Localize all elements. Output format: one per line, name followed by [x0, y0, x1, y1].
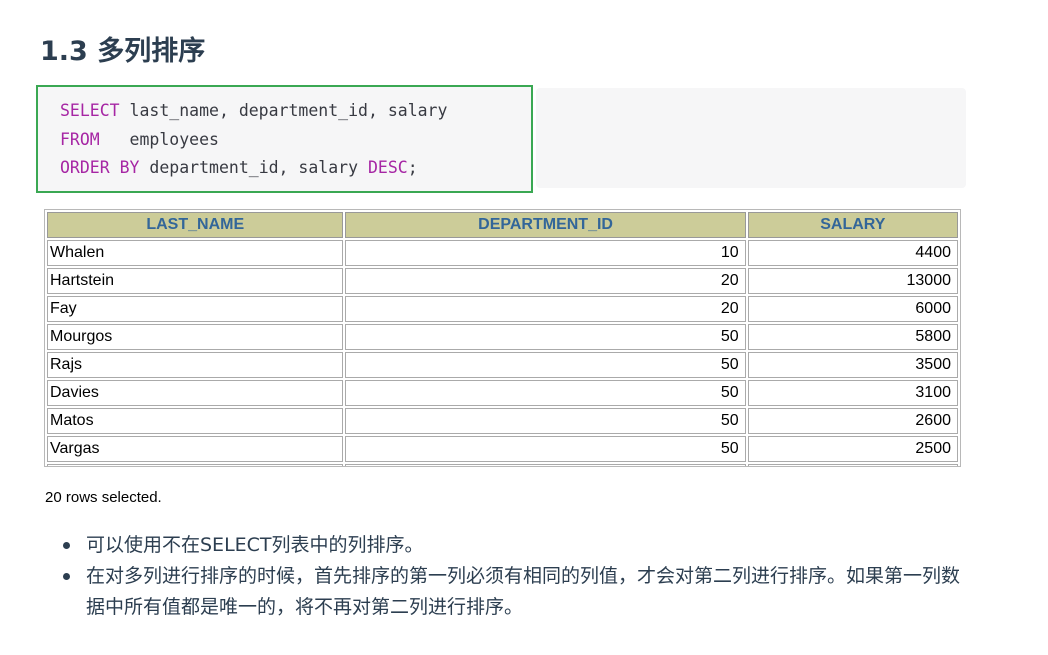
keyword-desc: DESC — [367, 158, 408, 177]
cell-salary: 2500 — [747, 436, 958, 462]
cell-salary: 5800 — [747, 324, 958, 350]
list-item: 在对多列进行排序的时候，首先排序的第一列必须有相同的列值，才会对第二列进行排序。… — [60, 561, 970, 623]
cell-department-id — [345, 464, 746, 466]
cell-last-name: Fay — [47, 296, 344, 322]
cell-salary: 3500 — [747, 352, 958, 378]
sql-code: SELECT last_name, department_id, salary … — [60, 97, 447, 183]
code-text: last_name, department_id, salary — [119, 101, 448, 120]
cell-department-id: 50 — [345, 436, 746, 462]
keyword-from: FROM — [60, 129, 100, 149]
table-row: Mourgos 50 5800 — [47, 324, 958, 350]
code-text: employees — [99, 129, 219, 149]
table-row: Matos 50 2600 — [47, 408, 958, 434]
cell-salary: 4400 — [747, 240, 958, 266]
code-text: department_id, salary — [139, 158, 368, 177]
cell-salary: 2600 — [747, 408, 958, 434]
cell-last-name — [47, 464, 344, 466]
column-header-salary: SALARY — [747, 212, 958, 238]
cell-department-id: 50 — [345, 324, 746, 350]
cell-salary: 6000 — [747, 296, 958, 322]
cell-last-name: Whalen — [47, 240, 344, 266]
cell-department-id: 20 — [345, 268, 746, 294]
bullet-dot-icon — [63, 542, 70, 549]
table-row: Whalen 10 4400 — [47, 240, 958, 266]
result-table: LAST_NAME DEPARTMENT_ID SALARY Whalen 10… — [45, 210, 960, 466]
notes-list: 可以使用不在SELECT列表中的列排序。 在对多列进行排序的时候，首先排序的第一… — [60, 530, 970, 623]
table-row: Fay 20 6000 — [47, 296, 958, 322]
column-header-department-id: DEPARTMENT_ID — [345, 212, 746, 238]
cell-department-id: 50 — [345, 352, 746, 378]
bullet-dot-icon — [63, 573, 70, 580]
table-row: Rajs 50 3500 — [47, 352, 958, 378]
sql-code-block: SELECT last_name, department_id, salary … — [36, 85, 533, 193]
cell-salary: 3100 — [747, 380, 958, 406]
cell-last-name: Rajs — [47, 352, 344, 378]
cell-last-name: Mourgos — [47, 324, 344, 350]
table-row: Hartstein 20 13000 — [47, 268, 958, 294]
cell-last-name: Hartstein — [47, 268, 344, 294]
list-item-text: 在对多列进行排序的时候，首先排序的第一列必须有相同的列值，才会对第二列进行排序。… — [86, 565, 961, 618]
cell-department-id: 20 — [345, 296, 746, 322]
cell-last-name: Matos — [47, 408, 344, 434]
table-row-cropped — [47, 464, 958, 466]
cell-salary: 13000 — [747, 268, 958, 294]
cell-salary — [747, 464, 958, 466]
table-header-row: LAST_NAME DEPARTMENT_ID SALARY — [47, 212, 958, 238]
cell-department-id: 50 — [345, 408, 746, 434]
code-text: ; — [407, 158, 418, 177]
cell-last-name: Davies — [47, 380, 344, 406]
table-row: Davies 50 3100 — [47, 380, 958, 406]
code-block-background — [536, 88, 966, 188]
list-item: 可以使用不在SELECT列表中的列排序。 — [60, 530, 970, 561]
column-header-last-name: LAST_NAME — [47, 212, 344, 238]
cell-last-name: Vargas — [47, 436, 344, 462]
keyword-select: SELECT — [60, 101, 120, 120]
list-item-text: 可以使用不在SELECT列表中的列排序。 — [86, 534, 424, 556]
cell-department-id: 50 — [345, 380, 746, 406]
query-result-table: LAST_NAME DEPARTMENT_ID SALARY Whalen 10… — [44, 209, 961, 467]
keyword-order-by: ORDER BY — [60, 158, 140, 177]
table-row: Vargas 50 2500 — [47, 436, 958, 462]
rows-selected-text: 20 rows selected. — [45, 489, 162, 506]
section-heading: 1.3 多列排序 — [40, 36, 206, 67]
cell-department-id: 10 — [345, 240, 746, 266]
